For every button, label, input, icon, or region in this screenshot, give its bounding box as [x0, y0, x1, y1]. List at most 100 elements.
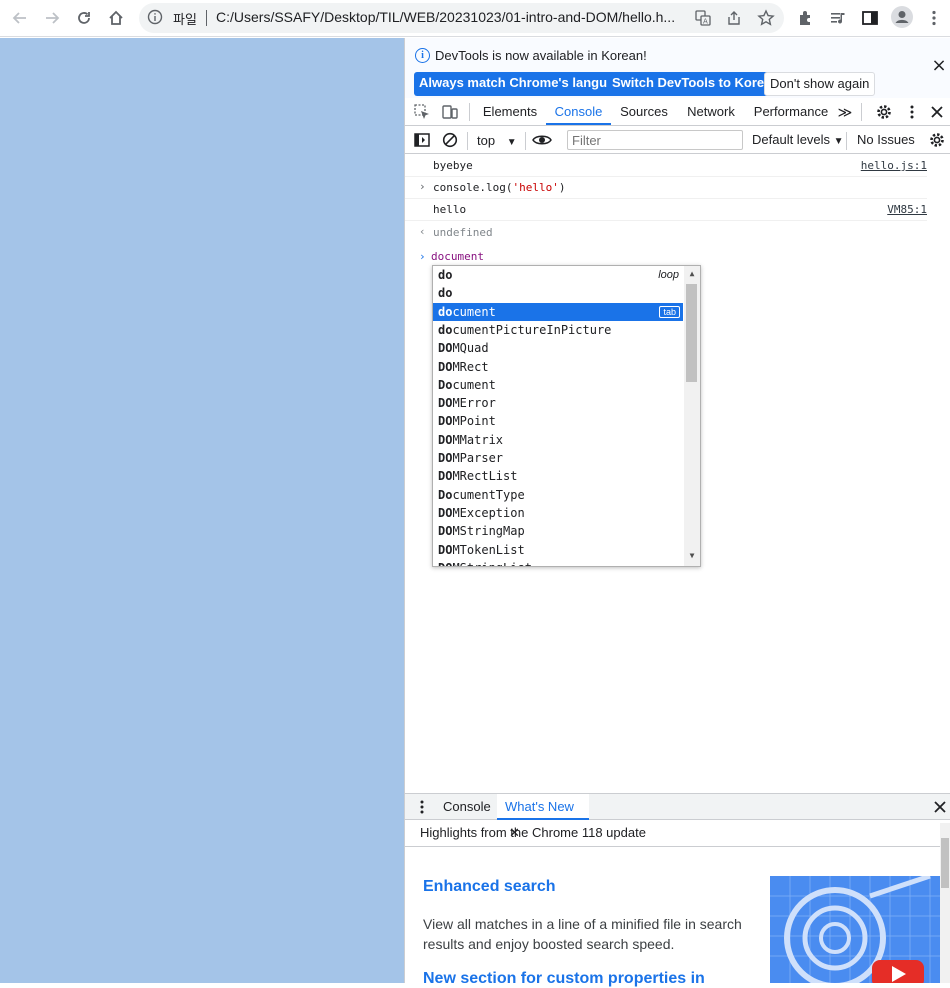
extensions-icon[interactable]: [796, 8, 816, 28]
console-command-text: console.log('hello'): [433, 181, 565, 194]
whats-new-video-thumbnail[interactable]: [770, 876, 940, 983]
close-drawer-icon[interactable]: [931, 798, 949, 816]
command-part: ): [558, 181, 566, 194]
tab-performance[interactable]: Performance: [752, 98, 830, 125]
autocomplete-popup: do loop do document tab documentPictureInPict…: [432, 265, 701, 567]
console-source-link[interactable]: VM85:1: [887, 203, 927, 216]
address-bar[interactable]: 파일 C:/Users/SSAFY/Desktop/TIL/WEB/202310…: [139, 3, 784, 33]
console-filterbar: top ▼ Default levels ▼ No Issues: [405, 127, 950, 154]
autocomplete-item[interactable]: DOMStringList: [433, 559, 683, 566]
info-icon: i: [415, 48, 430, 63]
device-toolbar-icon[interactable]: [441, 103, 459, 121]
side-panel-icon[interactable]: [860, 8, 880, 28]
divider: [469, 103, 470, 121]
translate-icon[interactable]: A: [694, 9, 712, 27]
autocomplete-rest: MException: [452, 505, 525, 520]
autocomplete-item[interactable]: DOMRectList: [433, 467, 683, 485]
autocomplete-match: DO: [438, 451, 453, 465]
autocomplete-rest: cumentType: [452, 487, 525, 502]
tab-console[interactable]: Console: [546, 98, 611, 125]
reload-icon[interactable]: [73, 7, 95, 29]
site-info-icon[interactable]: [147, 9, 165, 27]
autocomplete-item[interactable]: DOMQuad: [433, 339, 683, 357]
result-arrow-icon: ‹: [419, 225, 426, 238]
more-tabs-icon[interactable]: ≫: [834, 98, 856, 125]
drawer-scrollbar[interactable]: [940, 823, 950, 983]
log-levels-dropdown[interactable]: Default levels ▼: [752, 132, 844, 147]
whats-new-item-title[interactable]: Enhanced search: [423, 878, 556, 896]
url-text[interactable]: C:/Users/SSAFY/Desktop/TIL/WEB/20231023/…: [216, 9, 684, 25]
autocomplete-item[interactable]: DOMError: [433, 394, 683, 412]
switch-to-korean-button[interactable]: Switch DevTools to Korean: [607, 72, 785, 96]
autocomplete-item[interactable]: DocumentType: [433, 486, 683, 504]
devtools-menu-icon[interactable]: [903, 103, 921, 121]
autocomplete-item[interactable]: do: [433, 284, 683, 302]
clear-console-icon[interactable]: [441, 131, 459, 149]
filter-input[interactable]: [567, 130, 743, 150]
autocomplete-match: Do: [438, 487, 453, 502]
autocomplete-rest: MParser: [452, 451, 504, 465]
console-input-text[interactable]: document: [431, 250, 484, 263]
drawer-tab-whats-new[interactable]: What's New ✕: [497, 794, 589, 840]
autocomplete-item[interactable]: DOMParser: [433, 449, 683, 467]
dont-show-again-button[interactable]: Don't show again: [764, 72, 876, 96]
scroll-up-icon[interactable]: ▲: [688, 270, 696, 278]
svg-text:A: A: [703, 18, 708, 26]
autocomplete-item[interactable]: DOMRect: [433, 358, 683, 376]
autocomplete-item[interactable]: document tab: [433, 302, 683, 321]
whats-new-next-title[interactable]: New section for custom properties in: [423, 970, 705, 988]
console-source-link[interactable]: hello.js:1: [861, 159, 927, 172]
issues-counter[interactable]: No Issues: [857, 132, 915, 147]
tab-sources[interactable]: Sources: [615, 98, 673, 125]
autocomplete-item[interactable]: Document: [433, 376, 683, 394]
home-icon[interactable]: [105, 7, 127, 29]
console-message-text: hello: [433, 203, 467, 216]
prompt-arrow-icon: ›: [419, 250, 426, 263]
autocomplete-item[interactable]: DOMTokenList: [433, 541, 683, 559]
inspect-element-icon[interactable]: [413, 103, 431, 121]
drawer-menu-icon[interactable]: [413, 798, 431, 816]
always-match-language-button[interactable]: Always match Chrome's language: [414, 72, 635, 96]
page-viewport: [0, 38, 404, 983]
autocomplete-match: do: [438, 268, 453, 282]
close-devtools-icon[interactable]: [928, 103, 946, 121]
autocomplete-item[interactable]: do loop: [433, 266, 683, 284]
divider: [467, 132, 468, 150]
tab-network[interactable]: Network: [681, 98, 741, 125]
tab-key-hint: tab: [659, 305, 680, 318]
forward-icon[interactable]: [41, 7, 63, 29]
autocomplete-scrollbar[interactable]: ▲ ▼: [684, 266, 700, 566]
command-part: console.log(: [433, 181, 513, 194]
autocomplete-match: do: [438, 304, 453, 319]
back-icon[interactable]: [9, 7, 31, 29]
scroll-thumb[interactable]: [941, 838, 949, 888]
autocomplete-item[interactable]: DOMPoint: [433, 412, 683, 430]
settings-gear-icon[interactable]: [875, 103, 893, 121]
autocomplete-item[interactable]: documentPictureInPicture: [433, 321, 683, 339]
context-selector[interactable]: top ▼: [477, 133, 517, 148]
console-settings-gear-icon[interactable]: [928, 131, 946, 149]
autocomplete-item[interactable]: DOMException: [433, 504, 683, 522]
tab-elements[interactable]: Elements: [478, 98, 542, 125]
console-command: › console.log('hello'): [405, 177, 927, 199]
divider: [861, 103, 862, 121]
autocomplete-match: DO: [438, 396, 453, 411]
scroll-thumb[interactable]: [686, 284, 697, 382]
profile-avatar-icon[interactable]: [891, 6, 913, 28]
scroll-down-icon[interactable]: ▼: [688, 552, 696, 560]
close-infobar-icon[interactable]: ×: [931, 57, 947, 75]
autocomplete-match: DO: [438, 341, 453, 356]
drawer-tab-console[interactable]: Console: [443, 794, 491, 820]
live-expression-eye-icon[interactable]: [531, 131, 553, 149]
autocomplete-item[interactable]: DOMStringMap: [433, 522, 683, 540]
bookmark-star-icon[interactable]: [757, 9, 775, 27]
url-scheme-label: 파일: [173, 13, 197, 28]
autocomplete-rest: cument: [452, 304, 496, 319]
share-icon[interactable]: [725, 9, 743, 27]
devtools-panel: i DevTools is now available in Korean! A…: [404, 38, 950, 987]
media-queue-icon[interactable]: [828, 8, 848, 28]
autocomplete-item[interactable]: DOMMatrix: [433, 431, 683, 449]
autocomplete-rest: MQuad: [452, 341, 489, 356]
kebab-menu-icon[interactable]: [924, 8, 944, 28]
sidebar-toggle-icon[interactable]: [413, 131, 431, 149]
